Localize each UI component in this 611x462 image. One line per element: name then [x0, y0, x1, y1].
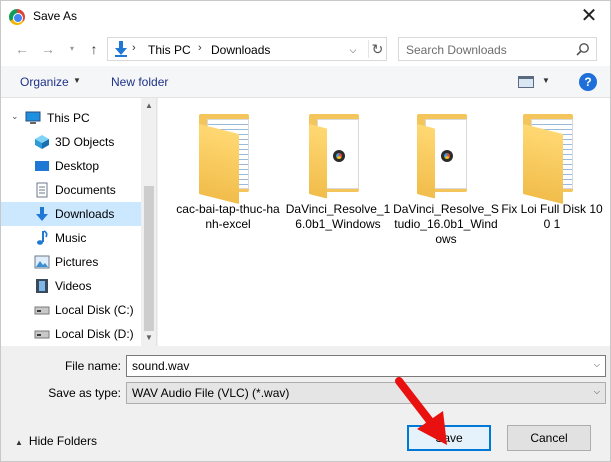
title-bar: Save As ✕	[1, 1, 610, 32]
navigation-pane: ⌄ This PC 3D Objects Desktop Documents D…	[1, 98, 157, 346]
save-as-dialog: Save As ✕ ← → ▾ ↑ › This PC › Downloads …	[0, 0, 611, 462]
download-arrow-icon	[115, 41, 127, 57]
breadcrumb-downloads[interactable]: Downloads	[211, 43, 270, 57]
scrollbar-thumb[interactable]	[144, 186, 154, 331]
picture-icon	[34, 255, 50, 269]
chevron-up-icon: ▲	[15, 438, 23, 447]
folder-name: DaVinci_Resolve_16.0b1_Windows	[285, 202, 391, 231]
search-box[interactable]: Search Downloads	[398, 37, 597, 61]
nav-item-label: Music	[55, 231, 87, 245]
nav-item-pictures[interactable]: Pictures	[1, 250, 141, 274]
up-arrow-icon[interactable]: ↑	[85, 40, 103, 58]
folder-name: DaVinci_Resolve_Studio_16.0b1_Windows	[393, 202, 499, 246]
nav-scrollbar[interactable]: ▲ ▼	[141, 98, 156, 346]
back-arrow-icon[interactable]: ←	[13, 40, 31, 58]
cancel-button[interactable]: Cancel	[507, 425, 591, 451]
nav-item-label: Downloads	[55, 207, 115, 221]
hide-folders-label: Hide Folders	[28, 434, 97, 448]
nav-item-label: Videos	[55, 279, 92, 293]
scroll-up-icon[interactable]: ▲	[141, 98, 156, 114]
save-as-type-label: Save as type:	[48, 386, 121, 400]
folder-item[interactable]: DaVinci_Resolve_Studio_16.0b1_Windows	[392, 110, 500, 247]
save-form: File name: sound.wav ⌵ Save as type: WAV…	[1, 346, 610, 461]
cube-icon	[35, 135, 49, 149]
drive-icon	[34, 306, 50, 315]
davinci-resolve-logo-icon	[333, 150, 345, 162]
address-row: ← → ▾ ↑ › This PC › Downloads ⌵ ↻ Search…	[1, 32, 610, 66]
folder-item[interactable]: Fix Loi Full Disk 100 1	[498, 110, 606, 232]
folder-name: cac-bai-tap-thuc-hanh-excel	[176, 202, 280, 231]
folder-item[interactable]: cac-bai-tap-thuc-hanh-excel	[174, 110, 282, 232]
folder-with-resolve-icon	[413, 110, 479, 199]
nav-item-label: This PC	[47, 111, 90, 125]
drive-icon	[34, 330, 50, 339]
chevron-down-icon[interactable]: ⌵	[594, 387, 600, 397]
search-input[interactable]: Search Downloads	[406, 43, 507, 57]
scroll-down-icon[interactable]: ▼	[141, 330, 156, 346]
davinci-resolve-logo-icon	[441, 150, 453, 162]
file-name-label: File name:	[64, 359, 121, 373]
music-note-icon	[37, 230, 48, 245]
address-bar[interactable]: › This PC › Downloads ⌵ ↻	[107, 37, 387, 61]
recent-locations-chevron-icon[interactable]: ▾	[63, 40, 81, 58]
document-icon	[36, 182, 48, 198]
command-bar: Organize ▼ New folder ▼ ?	[1, 66, 610, 98]
nav-item-local-disk-c[interactable]: Local Disk (C:)	[1, 298, 141, 322]
file-name-value: sound.wav	[132, 359, 190, 373]
annotation-arrow-icon	[395, 377, 447, 445]
nav-item-label: 3D Objects	[55, 135, 115, 149]
nav-item-label: Documents	[55, 183, 116, 197]
window-title: Save As	[33, 9, 78, 23]
nav-item-desktop[interactable]: Desktop	[1, 154, 141, 178]
nav-item-this-pc[interactable]: ⌄ This PC	[1, 106, 141, 130]
breadcrumb-this-pc[interactable]: This PC	[148, 43, 191, 57]
close-button[interactable]: ✕	[574, 3, 604, 29]
folder-with-documents-icon	[519, 110, 585, 204]
hide-folders-button[interactable]: ▲ Hide Folders	[15, 434, 97, 448]
desktop-icon	[35, 161, 49, 171]
new-folder-button[interactable]: New folder	[111, 75, 168, 89]
save-as-type-value: WAV Audio File (VLC) (*.wav)	[132, 386, 290, 400]
nav-item-label: Pictures	[55, 255, 99, 269]
monitor-icon	[25, 111, 41, 124]
address-dropdown-icon[interactable]: ⌵	[346, 42, 360, 58]
breadcrumb-separator-icon: ›	[198, 42, 202, 54]
view-options-icon[interactable]	[518, 76, 534, 88]
file-name-dropdown-icon[interactable]: ⌵	[594, 360, 600, 370]
view-dropdown-icon[interactable]: ▼	[542, 76, 550, 85]
forward-arrow-icon[interactable]: →	[39, 40, 57, 58]
save-as-type-select[interactable]: WAV Audio File (VLC) (*.wav) ⌵	[126, 382, 606, 404]
breadcrumb-separator-icon: ›	[132, 42, 136, 54]
nav-item-label: Local Disk (C:)	[55, 303, 134, 317]
folder-with-resolve-icon	[305, 110, 371, 199]
chrome-icon	[9, 9, 25, 25]
nav-item-label: Desktop	[55, 159, 100, 173]
organize-dropdown-icon[interactable]: ▼	[73, 76, 81, 85]
organize-button[interactable]: Organize	[20, 75, 69, 89]
expand-chevron-icon[interactable]: ⌄	[11, 111, 19, 122]
folder-item[interactable]: DaVinci_Resolve_16.0b1_Windows	[284, 110, 392, 232]
folder-name: Fix Loi Full Disk 100 1	[501, 202, 603, 231]
nav-item-documents[interactable]: Documents	[1, 178, 141, 202]
film-icon	[36, 279, 48, 293]
file-name-field[interactable]: sound.wav ⌵	[126, 355, 606, 377]
nav-item-music[interactable]: Music	[1, 226, 141, 250]
nav-item-3d-objects[interactable]: 3D Objects	[1, 130, 141, 154]
help-icon[interactable]: ?	[579, 73, 597, 91]
nav-item-label: Local Disk (D:)	[55, 327, 134, 341]
refresh-icon[interactable]: ↻	[368, 40, 386, 58]
folder-with-documents-icon	[195, 110, 261, 204]
file-list: cac-bai-tap-thuc-hanh-excel DaVinci_Reso…	[158, 98, 610, 346]
nav-item-videos[interactable]: Videos	[1, 274, 141, 298]
download-arrow-icon	[36, 207, 48, 221]
search-icon	[576, 43, 589, 56]
nav-item-downloads[interactable]: Downloads	[1, 202, 141, 226]
nav-item-local-disk-d[interactable]: Local Disk (D:)	[1, 322, 141, 346]
